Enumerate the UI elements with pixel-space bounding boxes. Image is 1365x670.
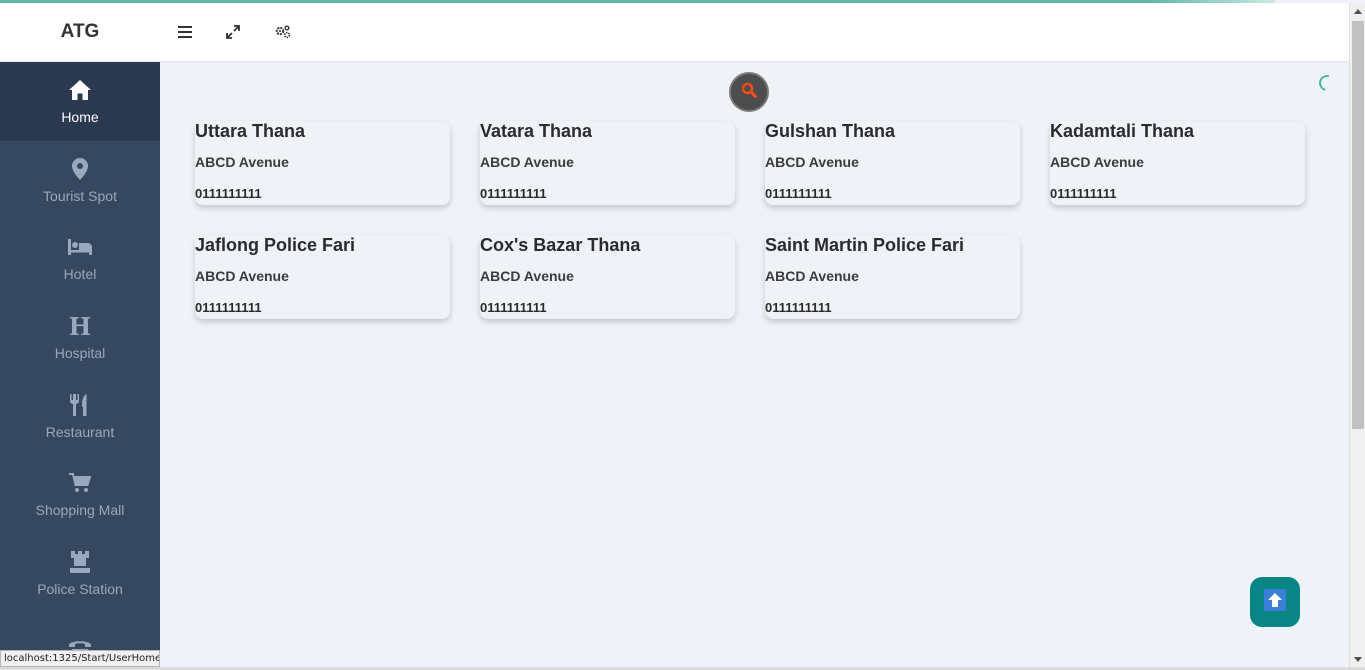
police-station-card[interactable]: Jaflong Police Fari ABCD Avenue 01111111… (195, 235, 450, 319)
home-icon (68, 77, 92, 103)
police-station-card[interactable]: Kadamtali Thana ABCD Avenue 0111111111 (1050, 121, 1305, 205)
card-title: Cox's Bazar Thana (480, 235, 641, 255)
search-button[interactable] (729, 72, 769, 112)
sidebar-item-hotel[interactable]: Hotel (0, 219, 160, 298)
card-phone: 0111111111 (480, 186, 547, 201)
police-station-card[interactable]: Cox's Bazar Thana ABCD Avenue 0111111111 (480, 235, 735, 319)
vertical-scrollbar[interactable] (1349, 3, 1365, 667)
police-station-card[interactable]: Gulshan Thana ABCD Avenue 0111111111 (765, 121, 1020, 205)
tower-icon (69, 549, 91, 575)
card-title: Saint Martin Police Fari (765, 235, 965, 255)
card-phone: 0111111111 (195, 300, 262, 315)
police-station-card[interactable]: Vatara Thana ABCD Avenue 0111111111 (480, 121, 735, 205)
gears-icon[interactable] (271, 20, 295, 44)
top-header: ATG (0, 3, 1349, 61)
cutlery-icon (69, 392, 91, 418)
card-title: Jaflong Police Fari (195, 235, 356, 255)
sidebar-item-hospital[interactable]: H Hospital (0, 298, 160, 377)
card-address: ABCD Avenue (765, 154, 859, 170)
card-phone: 0111111111 (765, 300, 832, 315)
police-station-card[interactable]: Uttara Thana ABCD Avenue 0111111111 (195, 121, 450, 205)
police-station-card[interactable]: Saint Martin Police Fari ABCD Avenue 011… (765, 235, 1020, 319)
sidebar-item-home[interactable]: Home (0, 62, 160, 141)
scroll-up-arrow-icon[interactable] (1350, 3, 1365, 19)
sidebar-item-label: Hotel (63, 266, 97, 283)
browser-status-url: localhost:1325/Start/UserHome (0, 650, 160, 667)
scroll-down-arrow-icon[interactable] (1350, 651, 1365, 667)
arrow-up-icon (1264, 588, 1286, 616)
card-address: ABCD Avenue (1050, 154, 1144, 170)
card-address: ABCD Avenue (480, 268, 574, 284)
sidebar-item-label: Hospital (54, 345, 106, 362)
card-title: Uttara Thana (195, 121, 306, 141)
card-phone: 0111111111 (765, 186, 832, 201)
search-icon (741, 82, 757, 103)
sidebar-item-restaurant[interactable]: Restaurant (0, 376, 160, 455)
card-title: Vatara Thana (480, 121, 593, 141)
card-address: ABCD Avenue (765, 268, 859, 284)
sidebar-item-label: Home (61, 109, 99, 126)
card-phone: 0111111111 (1050, 186, 1117, 201)
sidebar-item-tourist-spot[interactable]: Tourist Spot (0, 141, 160, 220)
sidebar-item-label: Shopping Mall (35, 502, 125, 519)
hamburger-icon[interactable] (173, 20, 197, 44)
sidebar-item-label: Restaurant (45, 423, 115, 440)
expand-icon[interactable] (221, 20, 245, 44)
card-phone: 0111111111 (195, 186, 262, 201)
map-marker-icon (72, 156, 88, 182)
sidebar-nav: Home Tourist Spot Hotel H Hospital Resta… (0, 62, 160, 670)
scrollbar-thumb[interactable] (1352, 21, 1364, 429)
bed-icon (68, 234, 92, 260)
sidebar-item-label: Tourist Spot (43, 187, 117, 204)
hospital-h-icon: H (68, 311, 92, 341)
card-phone: 0111111111 (480, 300, 547, 315)
card-address: ABCD Avenue (480, 154, 574, 170)
card-address: ABCD Avenue (195, 154, 289, 170)
scroll-to-top-button[interactable] (1250, 577, 1300, 627)
loading-spinner (1316, 72, 1338, 94)
sidebar-item-police-station[interactable]: Police Station (0, 534, 160, 613)
card-title: Kadamtali Thana (1050, 121, 1195, 141)
cart-icon (69, 470, 91, 496)
card-address: ABCD Avenue (195, 268, 289, 284)
card-title: Gulshan Thana (765, 121, 896, 141)
sidebar-item-shopping-mall[interactable]: Shopping Mall (0, 455, 160, 534)
sidebar-item-label: Police Station (37, 580, 123, 597)
brand-logo[interactable]: ATG (0, 3, 160, 61)
